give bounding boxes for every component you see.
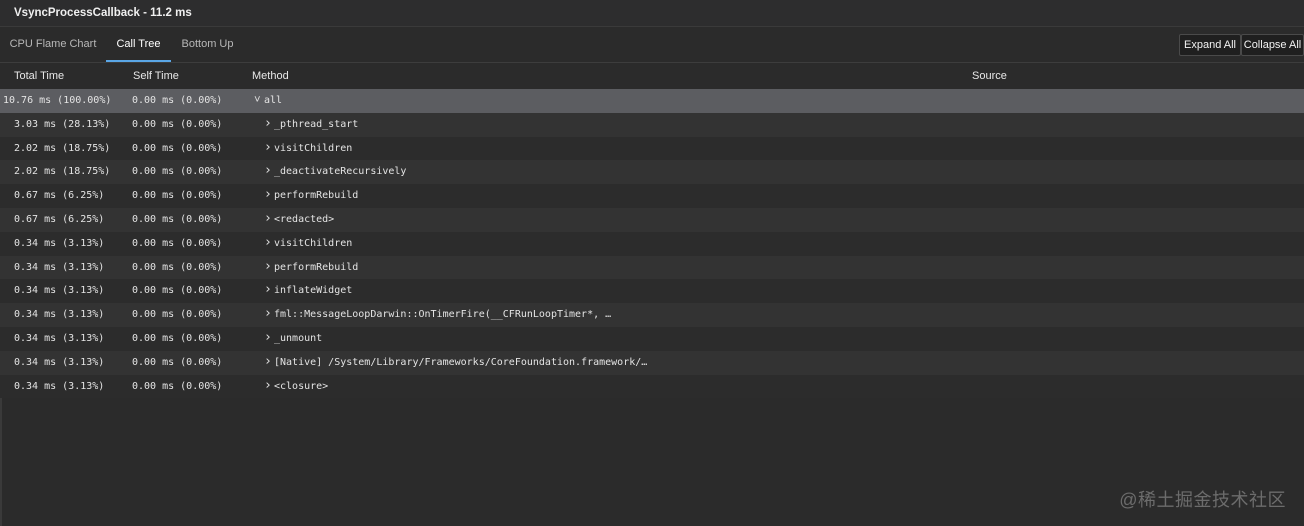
table-row[interactable]: 2.02 ms (18.75%) 0.00 ms (0.00%) › _deactiv… — [0, 160, 1304, 185]
self-time-cell: 0.00 ms (0.00%) — [132, 332, 223, 344]
self-time-cell: 0.00 ms (0.00%) — [132, 190, 223, 202]
method-cell: [Native] /System/Library/Frameworks/Core… — [274, 356, 648, 368]
self-time-cell: 0.00 ms (0.00%) — [132, 261, 223, 273]
method-cell: all — [264, 95, 283, 106]
chevron-down-icon[interactable]: ˅ — [254, 93, 261, 107]
self-time-cell: 0.00 ms (0.00%) — [132, 309, 223, 321]
chevron-right-icon[interactable]: › — [264, 378, 272, 393]
self-time-cell: 0.00 ms (0.00%) — [132, 213, 223, 225]
total-time-cell: 0.34 ms (3.13%) — [14, 380, 105, 392]
table-row[interactable]: 0.67 ms (6.25%) 0.00 ms (0.00%) › <redacted… — [0, 207, 1304, 232]
self-time-cell: 0.00 ms (0.00%) — [132, 380, 223, 392]
table-row[interactable]: 0.34 ms (3.13%) 0.00 ms (0.00%) › inflateWi… — [0, 279, 1304, 304]
method-cell: visitChildren — [274, 142, 353, 154]
table-row[interactable]: 0.34 ms (3.13%) 0.00 ms (0.00%) › performRe… — [0, 255, 1304, 280]
method-cell: _unmount — [274, 332, 323, 344]
chevron-right-icon[interactable]: › — [264, 163, 272, 178]
method-cell: performRebuild — [274, 261, 359, 273]
column-header-method[interactable]: Method — [252, 70, 289, 82]
method-cell: _deactivateRecursively — [274, 166, 407, 178]
table-row[interactable]: 0.34 ms (3.13%) 0.00 ms (0.00%) › _unmount — [0, 326, 1304, 351]
method-cell: visitChildren — [274, 237, 353, 249]
chevron-right-icon[interactable]: › — [264, 211, 272, 226]
self-time-cell: 0.00 ms (0.00%) — [132, 285, 223, 297]
total-time-cell: 0.34 ms (3.13%) — [14, 285, 105, 297]
chevron-right-icon[interactable]: › — [264, 354, 272, 369]
method-cell: <redacted> — [274, 213, 335, 225]
self-time-cell: 0.00 ms (0.00%) — [132, 142, 223, 154]
table-row[interactable]: 0.34 ms (3.13%) 0.00 ms (0.00%) › visitChil… — [0, 231, 1304, 256]
method-cell: performRebuild — [274, 190, 359, 202]
chevron-right-icon[interactable]: › — [264, 140, 272, 155]
total-time-cell: 0.34 ms (3.13%) — [14, 261, 105, 273]
watermark: @稀土掘金技术社区 — [1119, 490, 1286, 510]
tab-call-tree[interactable]: Call Tree — [106, 27, 171, 62]
self-time-cell: 0.00 ms (0.00%) — [132, 95, 223, 106]
total-time-cell: 10.76 ms (100.00%) — [3, 95, 112, 106]
chevron-right-icon[interactable]: › — [264, 235, 272, 250]
total-time-cell: 0.67 ms (6.25%) — [14, 213, 105, 225]
tab-cpu-flame-chart[interactable]: CPU Flame Chart — [0, 27, 106, 62]
expand-all-button[interactable]: Expand All — [1179, 34, 1241, 56]
table-header: Total Time Self Time Method Source — [0, 63, 1304, 89]
table-row[interactable]: 0.34 ms (3.13%) 0.00 ms (0.00%) › [Native] … — [0, 350, 1304, 375]
self-time-cell: 0.00 ms (0.00%) — [132, 356, 223, 368]
table-row[interactable]: 3.03 ms (28.13%) 0.00 ms (0.00%) › _pthread… — [0, 112, 1304, 137]
tab-bottom-up[interactable]: Bottom Up — [171, 27, 244, 62]
table-row[interactable]: 0.34 ms (3.13%) 0.00 ms (0.00%) › <closure> — [0, 374, 1304, 399]
page-title: VsyncProcessCallback - 11.2 ms — [14, 7, 192, 19]
total-time-cell: 2.02 ms (18.75%) — [14, 166, 111, 178]
method-cell: <closure> — [274, 380, 329, 392]
tab-bar: CPU Flame Chart Call Tree Bottom Up Expa… — [0, 27, 1304, 63]
column-header-self-time[interactable]: Self Time — [133, 70, 179, 82]
method-cell: fml::MessageLoopDarwin::OnTimerFire(__CF… — [274, 309, 612, 321]
table-row[interactable]: 0.67 ms (6.25%) 0.00 ms (0.00%) › performRe… — [0, 184, 1304, 208]
table-row[interactable]: 0.34 ms (3.13%) 0.00 ms (0.00%) › fml::Mess… — [0, 303, 1304, 327]
total-time-cell: 0.34 ms (3.13%) — [14, 309, 105, 321]
self-time-cell: 0.00 ms (0.00%) — [132, 237, 223, 249]
total-time-cell: 0.67 ms (6.25%) — [14, 190, 105, 202]
column-header-source[interactable]: Source — [972, 70, 1007, 82]
total-time-cell: 2.02 ms (18.75%) — [14, 142, 111, 154]
method-cell: _pthread_start — [274, 118, 359, 130]
column-header-total-time[interactable]: Total Time — [14, 70, 64, 82]
table-row[interactable]: 2.02 ms (18.75%) 0.00 ms (0.00%) › visitChi… — [0, 136, 1304, 161]
table-row[interactable]: 10.76 ms (100.00%) 0.00 ms (0.00%) ˅ all — [0, 89, 1304, 113]
chevron-right-icon[interactable]: › — [264, 330, 272, 345]
title-bar: VsyncProcessCallback - 11.2 ms — [0, 0, 1304, 27]
total-time-cell: 3.03 ms (28.13%) — [14, 118, 111, 130]
chevron-right-icon[interactable]: › — [264, 187, 272, 202]
self-time-cell: 0.00 ms (0.00%) — [132, 166, 223, 178]
chevron-right-icon[interactable]: › — [264, 259, 272, 274]
total-time-cell: 0.34 ms (3.13%) — [14, 356, 105, 368]
collapse-all-button[interactable]: Collapse All — [1241, 34, 1304, 56]
call-tree-table: 10.76 ms (100.00%) 0.00 ms (0.00%) ˅ all 3.0… — [0, 89, 1304, 399]
total-time-cell: 0.34 ms (3.13%) — [14, 332, 105, 344]
chevron-right-icon[interactable]: › — [264, 282, 272, 297]
self-time-cell: 0.00 ms (0.00%) — [132, 118, 223, 130]
chevron-right-icon[interactable]: › — [264, 116, 272, 131]
total-time-cell: 0.34 ms (3.13%) — [14, 237, 105, 249]
chevron-right-icon[interactable]: › — [264, 306, 272, 321]
method-cell: inflateWidget — [274, 285, 353, 297]
